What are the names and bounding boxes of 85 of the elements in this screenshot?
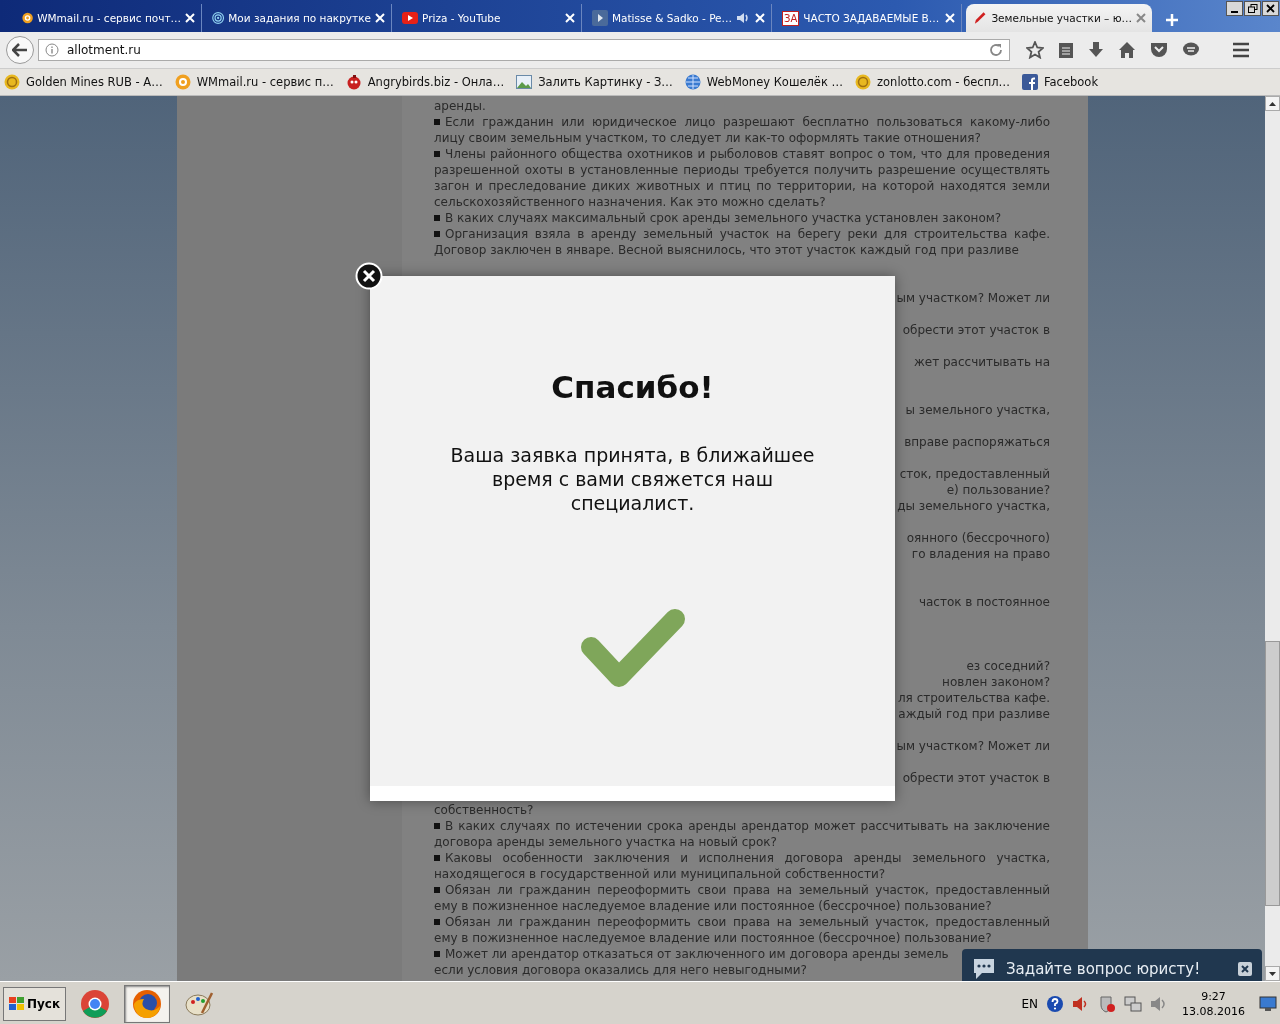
site-badge: ЗА	[782, 10, 800, 26]
down-arrow-icon[interactable]	[1269, 971, 1276, 976]
text-fragment: ля строительства кафе.	[897, 690, 1050, 706]
shield-icon[interactable]	[1098, 994, 1116, 1013]
up-arrow-icon[interactable]	[1269, 101, 1276, 106]
firefox-icon	[132, 988, 163, 1019]
reload-icon[interactable]	[989, 43, 1003, 57]
chat-widget[interactable]: Задайте вопрос юристу!	[962, 949, 1262, 981]
language-indicator[interactable]: EN	[1021, 996, 1038, 1011]
close-icon[interactable]	[1266, 4, 1275, 13]
minimize-button[interactable]	[1226, 1, 1243, 16]
text-fragment: го владения на право	[911, 546, 1050, 562]
dialog-title: Спасибо!	[551, 369, 714, 405]
question-item: Члены районного общества охотников и рыболовов ставят вопрос о том, что для проведения разрешенной охоты в установленные периоды требуется получить разрешение осуществлять загон и преследование диких животных и птиц по территории, на которой находятся земли сельскохозяйственного назначения. Как это можно сделать?	[434, 146, 1050, 210]
info-icon[interactable]	[45, 43, 59, 57]
pocket-icon[interactable]	[1150, 42, 1168, 58]
text-fragment: оянного (бессрочного)	[906, 530, 1050, 546]
bookmark-item[interactable]: zonlotto.com - беспл…	[855, 74, 1010, 90]
text-fragment: часток в постоянное	[918, 594, 1050, 610]
picture-icon	[516, 75, 533, 89]
question-item: Организация взяла в аренду земельный участок на берегу реки для строительства кафе. Договор заключен в январе. Весной выяснилось, что этот участок каждый год при разливе	[434, 226, 1050, 258]
windows-logo-icon[interactable]	[9, 996, 25, 1011]
question-item: Может ли арендатор отказаться от заключенного им договора аренды земель если условия договора оказались для него невыгодными?	[434, 946, 950, 978]
bookmark-item[interactable]: WMmail.ru - сервис п…	[174, 74, 334, 90]
text-fragment: ым участком? Может ли	[896, 290, 1050, 306]
clock-date[interactable]: 13.08.2016	[1182, 1003, 1245, 1019]
help-icon[interactable]	[1046, 994, 1064, 1013]
bookmark-item[interactable]: Angrybirds.biz - Онла…	[345, 74, 505, 90]
text-fragment: ез соседний?	[966, 658, 1050, 674]
facebook-icon	[1022, 74, 1038, 90]
network-icon[interactable]	[1124, 994, 1142, 1013]
chat-icon[interactable]	[1182, 42, 1200, 58]
home-icon[interactable]	[1118, 41, 1136, 59]
dialog-message: Ваша заявка принята, в ближайшее время с вами свяжется наш специалист.	[449, 443, 816, 515]
text-fragment: жет рассчитывать на	[913, 354, 1050, 370]
speaker-icon[interactable]	[736, 12, 751, 24]
browser-tab[interactable]: Земельные участки – ю…	[966, 4, 1152, 32]
question-item: В каких случаях по истечении срока аренды арендатор может рассчитывать на заключение договора аренды земельного участка на новый срок?	[434, 818, 1050, 850]
question-item: В каких случаях максимальный срок аренды земельного участка установлен законом?	[434, 210, 1050, 226]
plus-icon[interactable]	[1166, 14, 1178, 26]
video-icon	[402, 12, 418, 24]
bookmark-item[interactable]: WebMoney Кошелёк …	[684, 74, 843, 90]
menu-icon[interactable]	[1232, 42, 1250, 58]
bookmark-item[interactable]: Golden Mines RUB - А…	[4, 74, 163, 90]
clock-time[interactable]: 9:27	[1201, 988, 1226, 1004]
target-icon	[212, 10, 225, 26]
scrollbar[interactable]	[1265, 96, 1280, 981]
bookmark-item[interactable]: Залить Картинку - З…	[516, 75, 673, 89]
question-item: Если гражданин или юридическое лицо разрешают бесплатно пользоваться какому-либо лицу своим земельным участком, то следует ли как-то оформлять такие отношения?	[434, 114, 1050, 146]
question-item: Обязан ли гражданин переоформить свои права на земельный участок, предоставленный ему в пожизненное наследуемое владение или постоянное (бессрочное) пользование?	[434, 882, 1050, 914]
close-button[interactable]	[1262, 1, 1279, 16]
clipboard-icon[interactable]	[1058, 41, 1074, 59]
text-fragment: е) пользование?	[946, 482, 1050, 498]
close-icon[interactable]	[1238, 962, 1252, 976]
scroll-thumb[interactable]	[1265, 641, 1280, 906]
text-fragment: сток, предоставленный	[899, 466, 1050, 482]
play-icon	[592, 10, 608, 26]
coin-icon	[855, 74, 871, 90]
chrome-icon	[80, 988, 111, 1019]
start-button[interactable]: Пуск	[3, 986, 67, 1021]
bookmark-item[interactable]: Facebook	[1022, 74, 1099, 90]
star-icon[interactable]	[1026, 41, 1044, 59]
text-fragment: вправе распоряжаться	[904, 434, 1050, 450]
text-fragment: обрести этот участок в	[902, 322, 1050, 338]
checkmark-icon	[580, 609, 685, 689]
text-fragment: ды земельного участка,	[897, 498, 1050, 514]
taskbar-app[interactable]	[124, 984, 171, 1023]
coin-icon	[4, 74, 20, 90]
text-line: собственность?	[434, 802, 535, 818]
address-field[interactable]: allotment.ru	[38, 39, 1010, 61]
text-fragment: ы земельного участка,	[905, 402, 1050, 418]
desktop-icon[interactable]	[1259, 995, 1277, 1012]
text-fragment: ым участком? Может ли	[896, 738, 1050, 754]
question-item: Каковы особенности заключения и исполнения договора аренды земельного участка, находящегося в государственной или муниципальной собственности?	[434, 850, 1050, 882]
chat-bubble-icon	[972, 958, 996, 980]
pen-icon	[972, 10, 988, 26]
globe-icon	[684, 74, 701, 90]
text-fragment: аждый год при разливе	[898, 706, 1050, 722]
back-button[interactable]	[6, 36, 34, 64]
text-fragment: обрести этот участок в	[902, 770, 1050, 786]
text-fragment: новлен законом?	[942, 674, 1050, 690]
back-arrow-icon[interactable]	[12, 43, 28, 57]
question-item: Обязан ли гражданин переоформить свои права на земельный участок, предоставленный ему в пожизненное наследуемое владение или постоянное (бессрочное) пользование?	[434, 914, 1050, 946]
download-icon[interactable]	[1088, 41, 1104, 59]
text-line: аренды.	[434, 98, 487, 114]
